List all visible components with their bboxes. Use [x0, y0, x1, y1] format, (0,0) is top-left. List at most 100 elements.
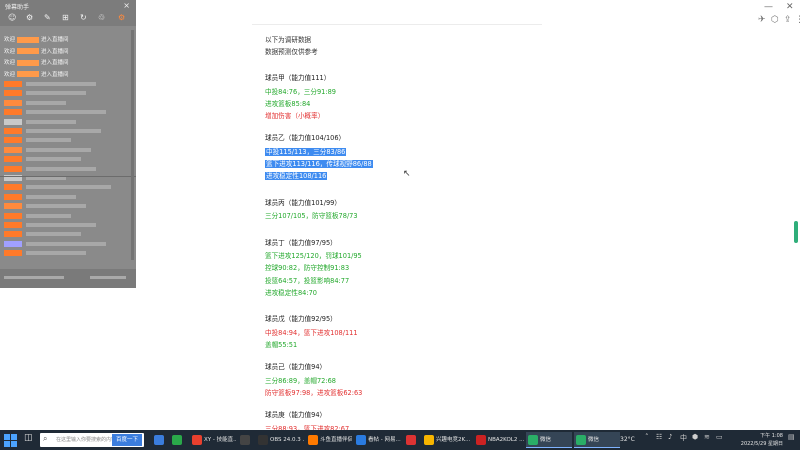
- emoji-icon[interactable]: ☺: [8, 13, 16, 22]
- recycle-icon[interactable]: ♲: [98, 13, 105, 22]
- username[interactable]: [4, 222, 22, 228]
- chat-title: 弹幕助手: [5, 4, 30, 11]
- chat-message: [4, 240, 106, 250]
- chat-footer: [0, 269, 136, 288]
- app-label: 斗鱼直播伴侣: [320, 437, 352, 443]
- username[interactable]: [4, 203, 22, 210]
- share-icon[interactable]: ✈: [758, 15, 766, 25]
- taskbar-app[interactable]: 看帖 - 网易...: [354, 432, 402, 448]
- refresh-icon[interactable]: ↻: [80, 13, 87, 22]
- username[interactable]: [4, 99, 22, 106]
- minimize-button[interactable]: —: [764, 2, 773, 12]
- chat-message: [4, 222, 96, 231]
- clock[interactable]: 下午 1:08 2022/5/29 星期日: [727, 432, 783, 448]
- security-icon[interactable]: ⬢: [692, 433, 698, 441]
- app-label: 微信: [588, 437, 600, 443]
- chat-scrollbar[interactable]: [131, 30, 134, 260]
- player-name: 球员丁（能力值97/95）: [265, 238, 337, 247]
- username[interactable]: [4, 90, 22, 97]
- notification-icon[interactable]: ▤: [788, 433, 795, 441]
- taskbar-app[interactable]: 微信: [526, 432, 572, 448]
- battery-icon[interactable]: ▭: [716, 433, 723, 441]
- username[interactable]: [17, 36, 40, 43]
- username[interactable]: [4, 109, 22, 116]
- chat-message: [4, 137, 71, 146]
- player-name: 球员丙（能力值101/99）: [265, 198, 341, 207]
- chat-close-button[interactable]: ×: [123, 1, 130, 10]
- username[interactable]: [4, 212, 22, 219]
- app-icon: [192, 435, 202, 445]
- enter-text: 进入直播间: [41, 37, 69, 43]
- stat-text: 增加伤害（小概率）: [265, 112, 325, 121]
- username[interactable]: [4, 231, 22, 238]
- taskbar-app[interactable]: [152, 432, 170, 448]
- message-text: [26, 166, 96, 171]
- gear-icon[interactable]: ⚙: [118, 13, 125, 22]
- message-text: [26, 91, 86, 96]
- task-view-icon[interactable]: ◫: [24, 433, 33, 443]
- app-icon: [258, 435, 268, 445]
- chat-message: [4, 146, 91, 156]
- taskbar-app[interactable]: NBA2KOL2 ...: [474, 432, 524, 448]
- message-text: [26, 100, 66, 105]
- username[interactable]: [4, 118, 22, 125]
- taskbar-app[interactable]: [238, 432, 254, 448]
- app-label: 微信: [540, 437, 552, 443]
- username[interactable]: [4, 81, 22, 87]
- username[interactable]: [17, 48, 40, 54]
- app-icon: [528, 435, 538, 445]
- export-icon[interactable]: ⇪: [784, 15, 792, 25]
- search-box[interactable]: ⌕ 在这里输入你要搜索的内容 百度一下: [40, 433, 144, 447]
- search-button[interactable]: 百度一下: [111, 434, 142, 446]
- chat-message: 欢迎 进入直播间: [4, 47, 69, 55]
- wifi-icon[interactable]: ≋: [704, 433, 710, 441]
- ime-icon[interactable]: 中: [680, 433, 687, 443]
- start-button[interactable]: [3, 433, 17, 447]
- taskbar-app[interactable]: 斗鱼直播伴侣: [306, 432, 352, 448]
- app-icon: [240, 435, 250, 445]
- taskbar-app[interactable]: 微信: [574, 432, 620, 448]
- stat-text: 进攻稳定性108/116: [265, 172, 328, 181]
- chat-message: [4, 184, 111, 193]
- app-label: 兴趣电竞2K...: [436, 437, 471, 443]
- chat-message-list[interactable]: 欢迎 进入直播间 欢迎 进入直播间 欢迎 进入直播间 欢迎 进入直播间: [0, 27, 136, 267]
- taskbar-app[interactable]: XY - 技能直...: [190, 432, 236, 448]
- settings-icon[interactable]: ⚙: [26, 13, 33, 22]
- page-scrollbar[interactable]: [794, 221, 798, 243]
- username[interactable]: [17, 71, 40, 77]
- layout-icon[interactable]: ⊞: [62, 13, 69, 22]
- edit-icon[interactable]: ✎: [44, 13, 51, 22]
- username[interactable]: [17, 59, 40, 66]
- taskbar-app[interactable]: OBS 24.0.3 ...: [256, 432, 304, 448]
- username[interactable]: [4, 193, 22, 200]
- tray-expand-icon[interactable]: ˄: [645, 433, 649, 441]
- taskbar-app[interactable]: [170, 432, 188, 448]
- chat-message: [4, 250, 86, 259]
- stat-line: 投篮64:57，投篮影响84:77: [265, 276, 349, 286]
- chat-message: [4, 99, 66, 109]
- network-icon[interactable]: ☷: [656, 433, 662, 441]
- windows-logo-icon: [4, 434, 10, 440]
- stat-line: 控球90:82，防守控制91:83: [265, 263, 349, 273]
- app-icon: [154, 435, 164, 445]
- username[interactable]: [4, 165, 22, 172]
- weather-indicator[interactable]: 32°C: [620, 430, 635, 450]
- app-icon: [308, 435, 318, 445]
- close-button[interactable]: ✕: [786, 2, 794, 12]
- username[interactable]: [4, 146, 22, 153]
- volume-icon[interactable]: ♪: [668, 433, 672, 441]
- username[interactable]: [4, 128, 22, 134]
- clock-time: 下午 1:08: [760, 433, 783, 439]
- taskbar-app[interactable]: 兴趣电竞2K...: [422, 432, 472, 448]
- username[interactable]: [4, 240, 22, 247]
- app-icon: [476, 435, 486, 445]
- username[interactable]: [4, 250, 22, 257]
- stat-line: 进攻稳定性84:70: [265, 288, 317, 298]
- message-text: [26, 147, 91, 152]
- username[interactable]: [4, 137, 22, 144]
- username[interactable]: [4, 156, 22, 163]
- taskbar-app[interactable]: [404, 432, 420, 448]
- cube-icon[interactable]: ⬡: [771, 15, 779, 25]
- username[interactable]: [4, 184, 22, 191]
- more-icon[interactable]: ⋮: [795, 15, 800, 25]
